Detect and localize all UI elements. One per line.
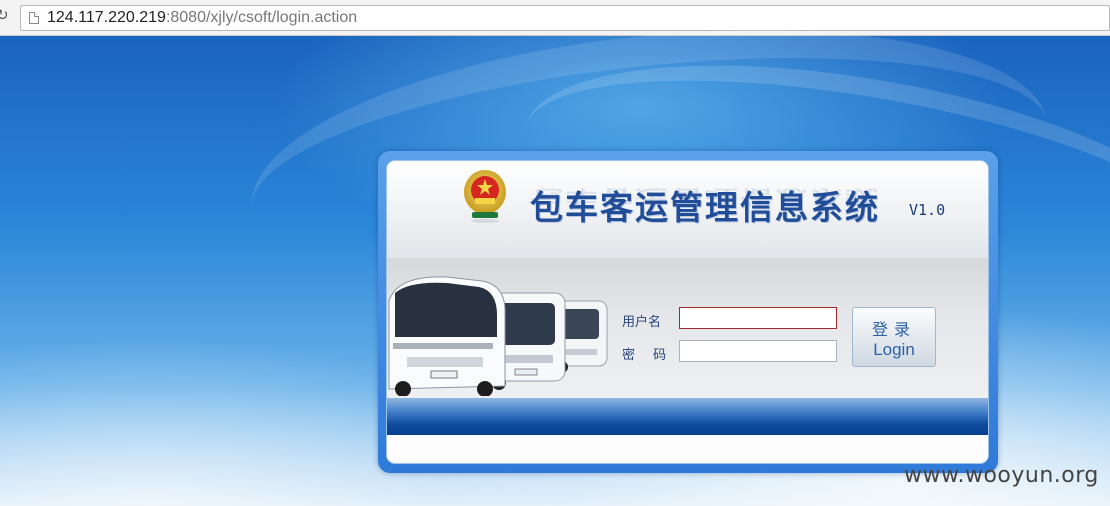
url-field[interactable]: 124.117.220.219:8080/xjly/csoft/login.ac… <box>20 5 1110 31</box>
page-icon <box>29 12 39 24</box>
url-text: 124.117.220.219:8080/xjly/csoft/login.ac… <box>47 9 357 27</box>
version-label: V1.0 <box>909 201 946 219</box>
national-emblem-icon <box>464 170 506 223</box>
url-path: :8080/xjly/csoft/login.action <box>165 9 358 26</box>
watermark: www.wooyun.org <box>904 463 1099 488</box>
system-title-reflection: 包车客运管理信息系统 <box>530 185 880 208</box>
username-label: 用户名 <box>622 315 662 330</box>
login-button-label-cn: 登录 <box>871 320 916 339</box>
footer-stripe <box>387 398 988 435</box>
bus-front <box>388 276 506 396</box>
browser-address-bar: ↻ 124.117.220.219:8080/xjly/csoft/login.… <box>0 0 1110 36</box>
login-button[interactable]: 登录 Login <box>852 307 936 367</box>
buses-image <box>388 276 608 396</box>
username-input[interactable] <box>679 307 837 329</box>
password-label: 密 码 <box>622 348 674 363</box>
login-header: 包车客运管理信息系统 包车客运管理信息系统 V1.0 <box>387 161 988 258</box>
reload-icon[interactable]: ↻ <box>0 8 10 23</box>
footer-area <box>387 435 988 463</box>
password-input[interactable] <box>679 340 837 362</box>
login-button-label-en: Login <box>873 340 915 359</box>
url-host: 124.117.220.219 <box>47 9 166 26</box>
login-panel: 包车客运管理信息系统 包车客运管理信息系统 V1.0 用户名 密 码 登录 Lo… <box>386 160 989 464</box>
